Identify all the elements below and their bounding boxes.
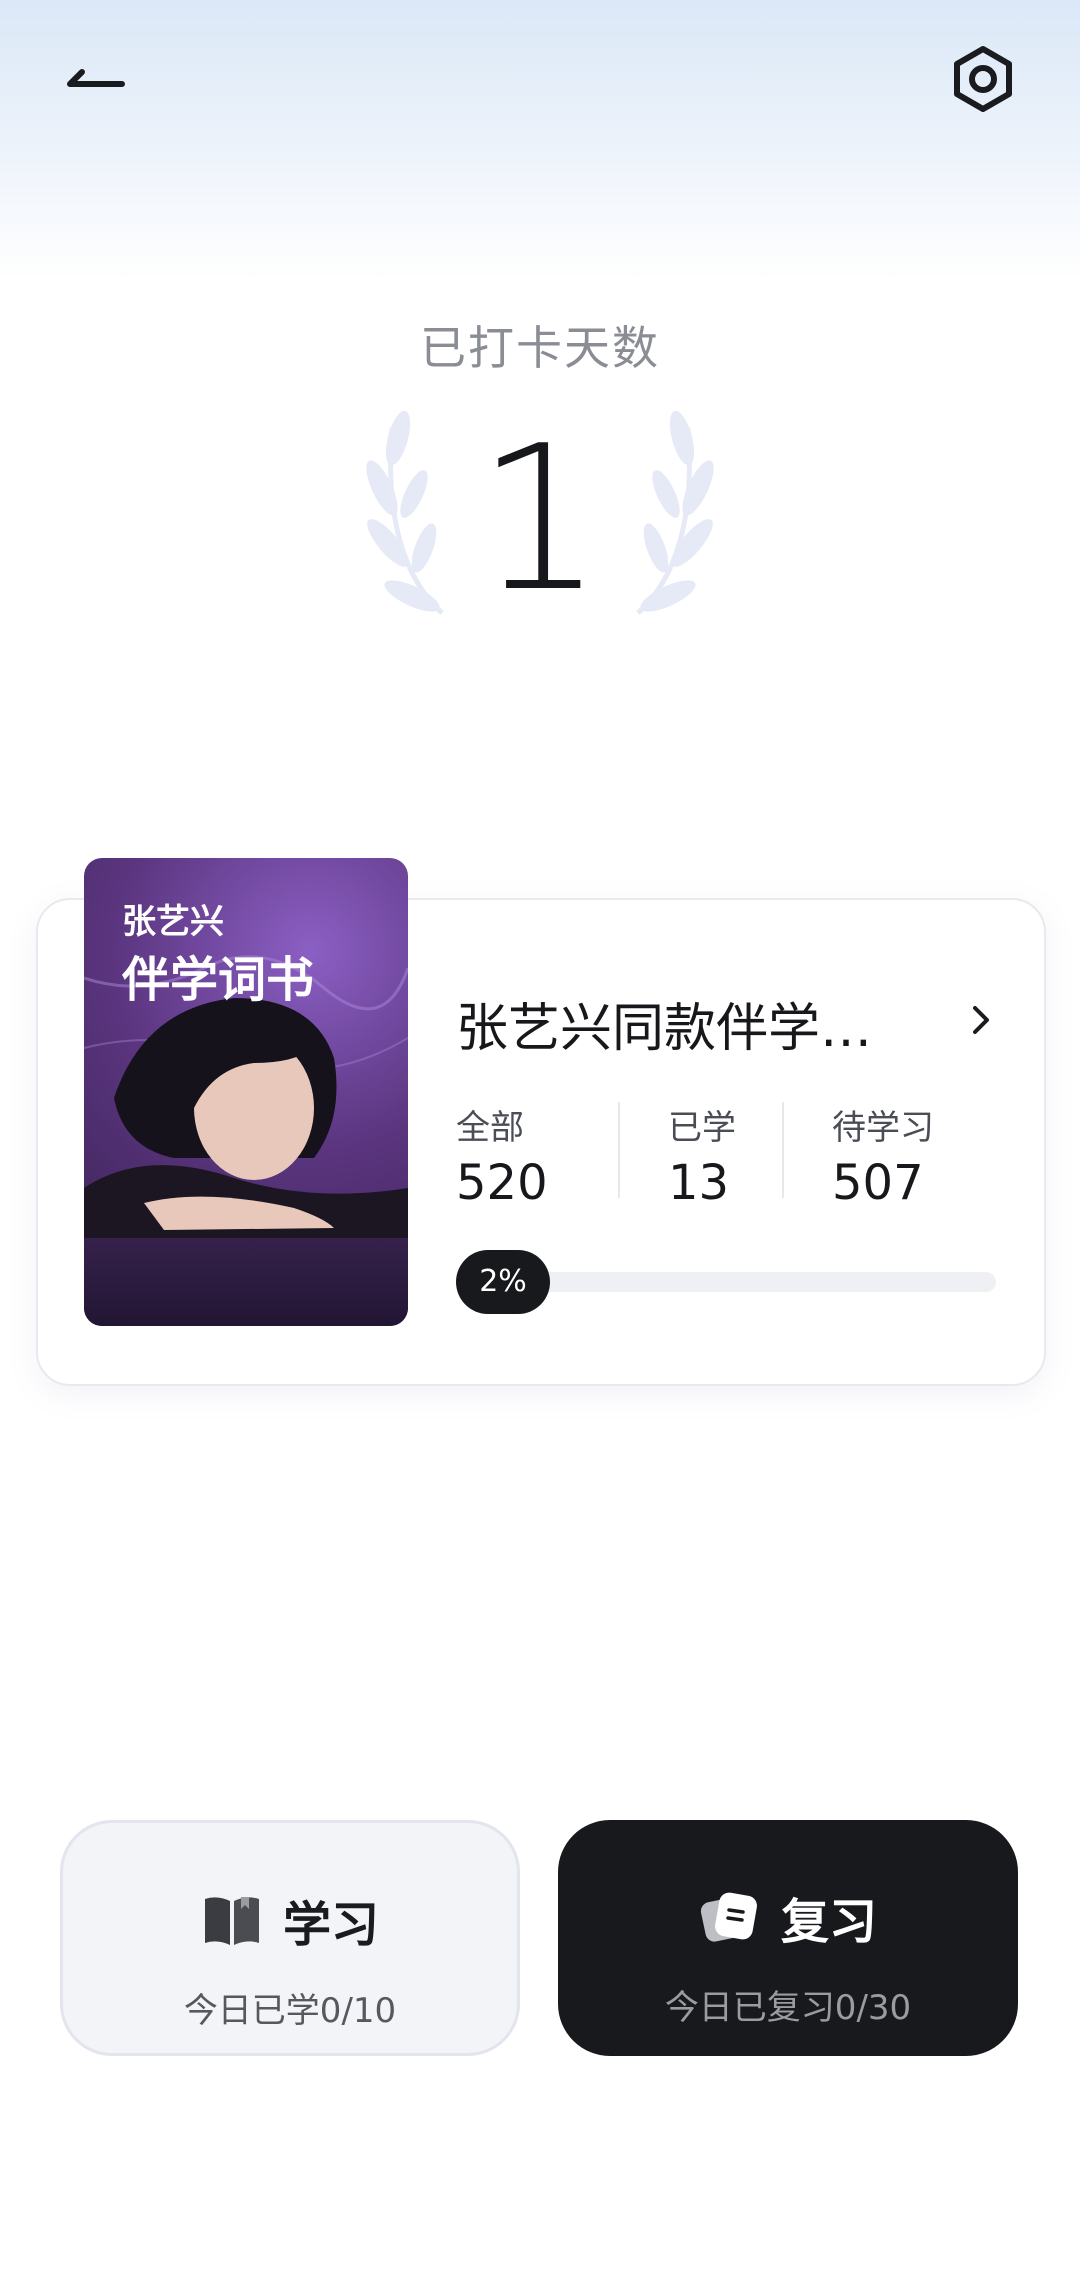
learn-button-label: 学习 xyxy=(282,1897,379,1953)
back-arrow-icon xyxy=(67,69,125,87)
stat-pending-value: 507 xyxy=(832,1155,924,1211)
stat-pending-label: 待学习 xyxy=(832,1108,934,1148)
cover-title-line2: 伴学词书 xyxy=(122,952,315,1008)
settings-button[interactable] xyxy=(948,44,1018,114)
review-cards-icon xyxy=(700,1892,757,1942)
book-cover-image[interactable]: 张艺兴 伴学词书 xyxy=(84,858,408,1326)
open-book-icon xyxy=(204,1897,259,1945)
review-button[interactable]: 复习 今日已复习0/30 xyxy=(558,1820,1018,2056)
cover-title-line1: 张艺兴 xyxy=(122,902,224,942)
review-button-title-row: 复习 xyxy=(558,1882,1018,1952)
stat-divider xyxy=(782,1102,784,1198)
stat-learned-value: 13 xyxy=(668,1155,730,1211)
learn-button-title-row: 学习 xyxy=(63,1885,517,1955)
review-button-label: 复习 xyxy=(780,1894,877,1950)
progress-percent-badge: 2% xyxy=(456,1250,550,1314)
book-title[interactable]: 张艺兴同款伴学词… xyxy=(456,986,906,1061)
stat-learned-label: 已学 xyxy=(668,1108,736,1148)
streak-label: 已打卡天数 xyxy=(420,321,660,375)
streak-days-count: 1 xyxy=(476,403,604,636)
stat-total-label: 全部 xyxy=(456,1108,524,1148)
learn-button[interactable]: 学习 今日已学0/10 xyxy=(60,1820,520,2056)
stat-total: 全部 520 xyxy=(456,1100,548,1211)
stat-total-value: 520 xyxy=(456,1155,548,1211)
stat-divider xyxy=(618,1102,620,1198)
learn-today-progress: 今日已学0/10 xyxy=(183,1991,397,2031)
back-button[interactable] xyxy=(58,48,138,112)
stat-pending: 待学习 507 xyxy=(832,1100,934,1211)
settings-icon xyxy=(954,46,1012,112)
header-background xyxy=(0,0,1080,280)
chevron-right-icon[interactable] xyxy=(966,1002,996,1038)
review-today-progress: 今日已复习0/30 xyxy=(664,1988,912,2028)
stat-learned: 已学 13 xyxy=(668,1100,736,1211)
